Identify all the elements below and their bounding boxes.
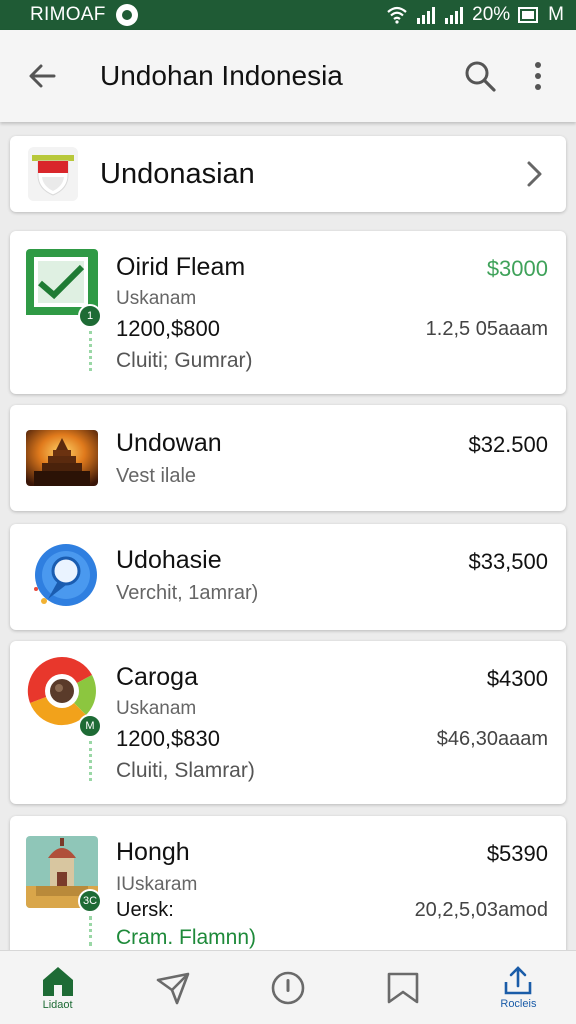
blue-pin-icon <box>26 541 98 613</box>
item-subtitle: Vest ilale <box>116 465 197 487</box>
search-button[interactable] <box>452 48 508 104</box>
item-price: $32.500 <box>468 432 548 457</box>
list-item[interactable]: Udohasie Verchit, 1amrar) $33,500 <box>10 524 566 630</box>
nav-upload[interactable]: Rocleis <box>461 951 576 1024</box>
nav-upload-label: Rocleis <box>500 997 537 1010</box>
item-detail: Cluiti; Gumrar) <box>116 349 253 372</box>
nav-info[interactable] <box>230 951 345 1024</box>
page-title: Undohan Indonesia <box>100 60 343 91</box>
item-price: $4300 <box>486 666 548 691</box>
country-selector[interactable]: Undonasian <box>10 136 566 212</box>
list-item[interactable]: 1 Oirid Fleam Uskanam 1200,$800 Cluiti; … <box>10 231 566 394</box>
selector-label: Undonasian <box>100 157 255 190</box>
list-item[interactable]: M Caroga Uskanam 1200,$830 Cluiti, Slamr… <box>10 641 566 804</box>
item-subtitle: IUskaram <box>116 874 198 895</box>
signal-icon <box>417 7 436 24</box>
back-arrow-icon <box>29 64 56 88</box>
network-label: M <box>548 4 564 25</box>
item-subtitle: Uskanam <box>116 288 197 309</box>
nav-bookmark[interactable] <box>346 951 461 1024</box>
more-vert-icon <box>535 62 541 90</box>
signal-icon-2 <box>445 7 464 24</box>
battery-percent: 20% <box>472 4 511 25</box>
item-price: $33,500 <box>468 549 548 574</box>
status-icons: 20% M <box>386 4 564 26</box>
item-meta: 1.2,5 05aaam <box>425 318 548 340</box>
bookmark-icon <box>387 972 419 1003</box>
timeline-dots <box>89 741 92 781</box>
upload-icon <box>505 965 532 994</box>
item-name: Hongh <box>116 838 190 866</box>
info-circle-icon <box>271 971 305 1004</box>
item-name: Oirid Fleam <box>116 253 246 281</box>
item-amount: 1200,$800 <box>116 316 220 341</box>
wifi-icon <box>387 6 407 24</box>
carrier-badge-icon <box>115 4 138 26</box>
carrier-name: RIMOAF <box>30 4 106 25</box>
home-icon <box>42 966 73 996</box>
item-meta: 20,2,5,03amod <box>414 899 548 921</box>
item-amount: Uersk: <box>116 899 174 921</box>
item-amount: 1200,$830 <box>116 726 220 751</box>
list-item[interactable]: 3C Hongh IUskaram Uersk: Cram. Flamnn) $… <box>10 816 566 956</box>
item-detail: Cram. Flamnn) <box>116 926 257 949</box>
more-options-button[interactable] <box>518 48 558 104</box>
timeline-dots <box>89 331 92 371</box>
nav-home[interactable]: Lidaot <box>0 951 115 1024</box>
app-bar: Undohan Indonesia <box>0 30 576 122</box>
nav-send[interactable] <box>115 951 230 1024</box>
item-price: $5390 <box>486 841 548 866</box>
item-name: Undowan <box>116 429 222 457</box>
search-icon <box>465 61 496 92</box>
bottom-navigation: Lidaot Rocleis <box>0 950 576 1024</box>
nav-home-label: Lidaot <box>42 998 73 1011</box>
send-icon <box>156 972 190 1004</box>
item-badge: 3C <box>78 889 102 913</box>
back-button[interactable] <box>12 46 72 106</box>
timeline-dots <box>89 916 92 946</box>
item-name: Udohasie <box>116 546 222 574</box>
item-badge: 1 <box>78 304 102 328</box>
status-bar: RIMOAF 20% M <box>0 0 576 30</box>
chevron-right-icon <box>522 159 546 189</box>
item-subtitle: Uskanam <box>116 698 197 719</box>
indonesia-flag-icon <box>28 147 78 201</box>
item-price: $3000 <box>486 256 548 281</box>
item-badge: M <box>78 714 102 738</box>
temple-photo-icon <box>26 430 98 486</box>
item-name: Caroga <box>116 663 198 691</box>
item-subtitle: Verchit, 1amrar) <box>116 582 259 604</box>
list-item[interactable]: Undowan Vest ilale $32.500 <box>10 405 566 511</box>
battery-icon <box>518 7 539 23</box>
item-detail: Cluiti, Slamrar) <box>116 759 255 782</box>
item-meta: $46,30aaam <box>436 728 548 750</box>
